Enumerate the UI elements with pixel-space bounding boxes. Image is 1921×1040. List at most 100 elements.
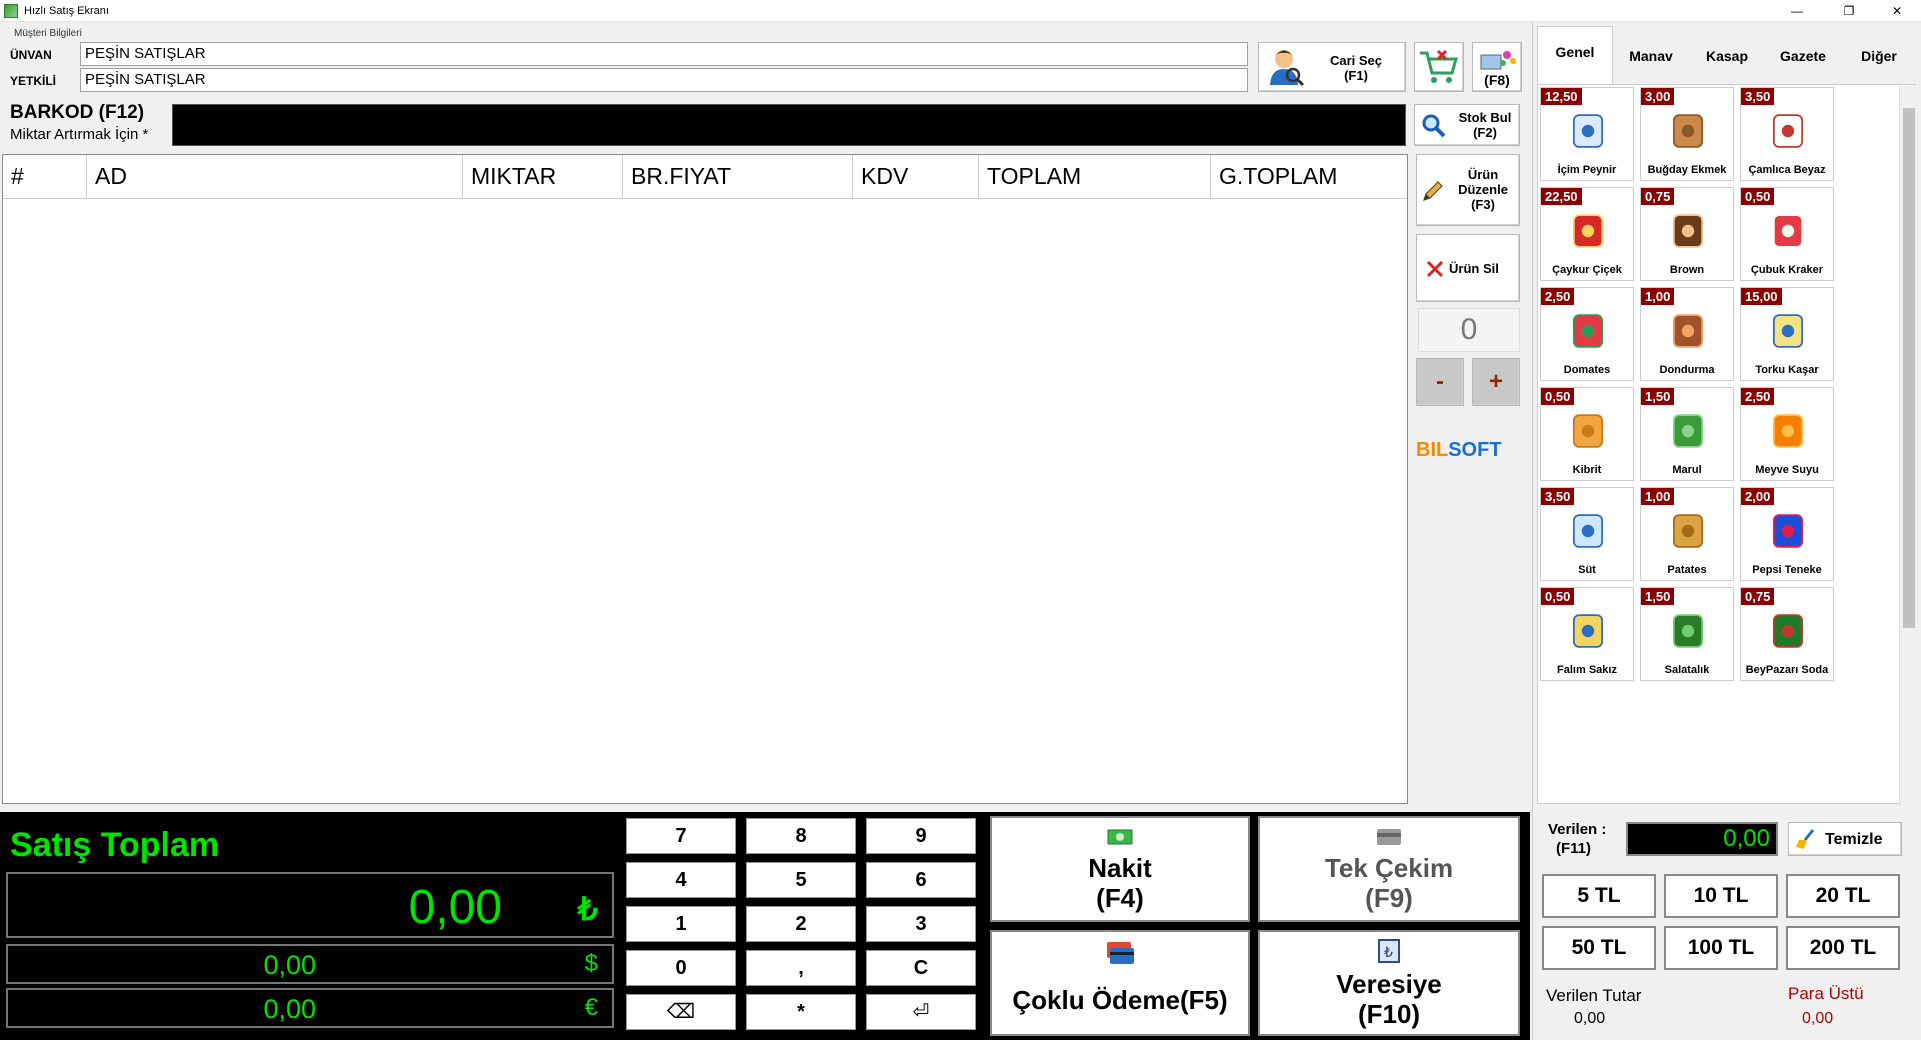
col-total[interactable]: TOPLAM xyxy=(979,155,1211,199)
product-grid: 12,50 İçim Peynir 3,00 Buğday Ekmek 3,50 Çaml… xyxy=(1537,84,1915,804)
unvan-field[interactable]: PEŞİN SATIŞLAR xyxy=(80,42,1248,66)
key-asterisk[interactable]: * xyxy=(746,994,856,1030)
product-price: 0,50 xyxy=(1541,388,1575,405)
product-tile[interactable]: 12,50 İçim Peynir xyxy=(1540,87,1634,181)
yetkili-field[interactable]: PEŞİN SATIŞLAR xyxy=(80,68,1248,92)
col-grand-total[interactable]: G.TOPLAM xyxy=(1211,155,1407,199)
barcode-input[interactable] xyxy=(172,104,1406,146)
decrease-button[interactable]: - xyxy=(1416,358,1464,406)
key-0[interactable]: 0 xyxy=(626,950,736,986)
key-6[interactable]: 6 xyxy=(866,862,976,898)
product-tile[interactable]: 3,50 Çamlıca Beyaz xyxy=(1740,87,1834,181)
clear-cart-button[interactable] xyxy=(1414,42,1464,92)
product-tile[interactable]: 0,50 Çubuk Kraker xyxy=(1740,187,1834,281)
backspace-icon[interactable]: ⌫ xyxy=(626,994,736,1030)
pencil-icon xyxy=(1423,181,1443,201)
bill-20-button[interactable]: 20 TL xyxy=(1786,874,1900,918)
key-7[interactable]: 7 xyxy=(626,818,736,854)
temizle-button[interactable]: Temizle xyxy=(1788,822,1902,856)
bill-5-button[interactable]: 5 TL xyxy=(1542,874,1656,918)
urun-sil-label: Ürün Sil xyxy=(1449,261,1499,276)
cucumber-icon xyxy=(1672,614,1704,648)
stok-bul-button[interactable]: Stok Bul (F2) xyxy=(1414,104,1520,146)
temizle-label: Temizle xyxy=(1825,831,1883,848)
product-scrollbar[interactable] xyxy=(1899,86,1917,806)
tek-cekim-button[interactable]: Tek Çekim (F9) xyxy=(1258,816,1520,922)
product-tile[interactable]: 22,50 Çaykur Çiçek xyxy=(1540,187,1634,281)
product-tile[interactable]: 1,50 Marul xyxy=(1640,387,1734,481)
product-tile[interactable]: 3,00 Buğday Ekmek xyxy=(1640,87,1734,181)
product-tile[interactable]: 2,50 Domates xyxy=(1540,287,1634,381)
window-title: Hızlı Satış Ekranı xyxy=(24,5,109,17)
col-index[interactable]: # xyxy=(3,155,87,199)
restore-button[interactable]: ❐ xyxy=(1826,0,1872,22)
product-price: 3,00 xyxy=(1641,88,1675,105)
f8-key: (F8) xyxy=(1484,72,1510,88)
scroll-thumb[interactable] xyxy=(1903,108,1915,628)
logo-part-a: BIL xyxy=(1416,439,1449,461)
bilsoft-logo: BILSOFT xyxy=(1416,439,1502,462)
product-price: 0,75 xyxy=(1641,188,1675,205)
tab-genel[interactable]: Genel xyxy=(1537,26,1613,84)
bill-200-button[interactable]: 200 TL xyxy=(1786,926,1900,970)
tab-gazete[interactable]: Gazete xyxy=(1765,32,1841,84)
col-quantity[interactable]: MIKTAR xyxy=(463,155,623,199)
bill-10-button[interactable]: 10 TL xyxy=(1664,874,1778,918)
product-tile[interactable]: 3,50 Süt xyxy=(1540,487,1634,581)
quantity-display: 0 xyxy=(1418,308,1520,352)
minimize-button[interactable]: — xyxy=(1774,0,1820,22)
product-tile[interactable]: 0,75 Brown xyxy=(1640,187,1734,281)
tab-diger[interactable]: Diğer xyxy=(1841,32,1917,84)
key-9[interactable]: 9 xyxy=(866,818,976,854)
product-tile[interactable]: 2,50 Meyve Suyu xyxy=(1740,387,1834,481)
urun-duzenle-label-2: Düzenle xyxy=(1458,182,1508,197)
col-vat[interactable]: KDV xyxy=(853,155,979,199)
product-price: 0,75 xyxy=(1741,588,1775,605)
eur-symbol: € xyxy=(584,994,598,1021)
nakit-button[interactable]: Nakit (F4) xyxy=(990,816,1250,922)
product-tile[interactable]: 0,75 BeyPazarı Soda xyxy=(1740,587,1834,681)
cari-sec-button[interactable]: Cari Seç (F1) xyxy=(1258,42,1406,92)
product-tile[interactable]: 1,00 Dondurma xyxy=(1640,287,1734,381)
product-tile[interactable]: 2,00 Pepsi Teneke xyxy=(1740,487,1834,581)
col-name[interactable]: AD xyxy=(87,155,463,199)
milk-icon xyxy=(1572,514,1604,548)
increase-button[interactable]: + xyxy=(1472,358,1520,406)
tab-kasap[interactable]: Kasap xyxy=(1689,32,1765,84)
key-comma[interactable]: , xyxy=(746,950,856,986)
bill-100-button[interactable]: 100 TL xyxy=(1664,926,1778,970)
product-tile[interactable]: 1,50 Salatalık xyxy=(1640,587,1734,681)
sales-grid[interactable]: # AD MIKTAR BR.FIYAT KDV TOPLAM G.TOPLAM xyxy=(2,154,1408,804)
product-tile[interactable]: 0,50 Falım Sakız xyxy=(1540,587,1634,681)
urun-sil-button[interactable]: Ürün Sil xyxy=(1416,234,1520,302)
tea-box-icon xyxy=(1572,214,1604,248)
cari-sec-label: Cari Seç xyxy=(1329,53,1383,68)
f8-button[interactable]: (F8) xyxy=(1472,42,1522,92)
col-unit-price[interactable]: BR.FIYAT xyxy=(623,155,853,199)
veresiye-button[interactable]: ₺ Veresiye (F10) xyxy=(1258,930,1520,1036)
key-2[interactable]: 2 xyxy=(746,906,856,942)
para-ustu-label: Para Üstü xyxy=(1788,984,1864,1003)
product-tile[interactable]: 1,00 Patates xyxy=(1640,487,1734,581)
key-8[interactable]: 8 xyxy=(746,818,856,854)
water-bottle-icon xyxy=(1772,114,1804,148)
key-3[interactable]: 3 xyxy=(866,906,976,942)
close-button[interactable]: ✕ xyxy=(1874,0,1920,22)
product-tile[interactable]: 0,50 Kibrit xyxy=(1540,387,1634,481)
cash-icon xyxy=(1107,829,1133,845)
enter-icon[interactable]: ⏎ xyxy=(866,994,976,1030)
usd-total-box: 0,00 $ xyxy=(6,944,614,984)
product-tile[interactable]: 15,00 Torku Kaşar xyxy=(1740,287,1834,381)
key-1[interactable]: 1 xyxy=(626,906,736,942)
product-price: 2,00 xyxy=(1741,488,1775,505)
potato-icon xyxy=(1672,514,1704,548)
coklu-odeme-button[interactable]: Çoklu Ödeme(F5) xyxy=(990,930,1250,1036)
urun-duzenle-button[interactable]: Ürün Düzenle (F3) xyxy=(1416,154,1520,226)
verilen-input[interactable]: 0,00 xyxy=(1626,822,1778,856)
key-4[interactable]: 4 xyxy=(626,862,736,898)
veresiye-label: Veresiye xyxy=(1336,969,1442,999)
bill-50-button[interactable]: 50 TL xyxy=(1542,926,1656,970)
key-clear[interactable]: C xyxy=(866,950,976,986)
tab-manav[interactable]: Manav xyxy=(1613,32,1689,84)
key-5[interactable]: 5 xyxy=(746,862,856,898)
